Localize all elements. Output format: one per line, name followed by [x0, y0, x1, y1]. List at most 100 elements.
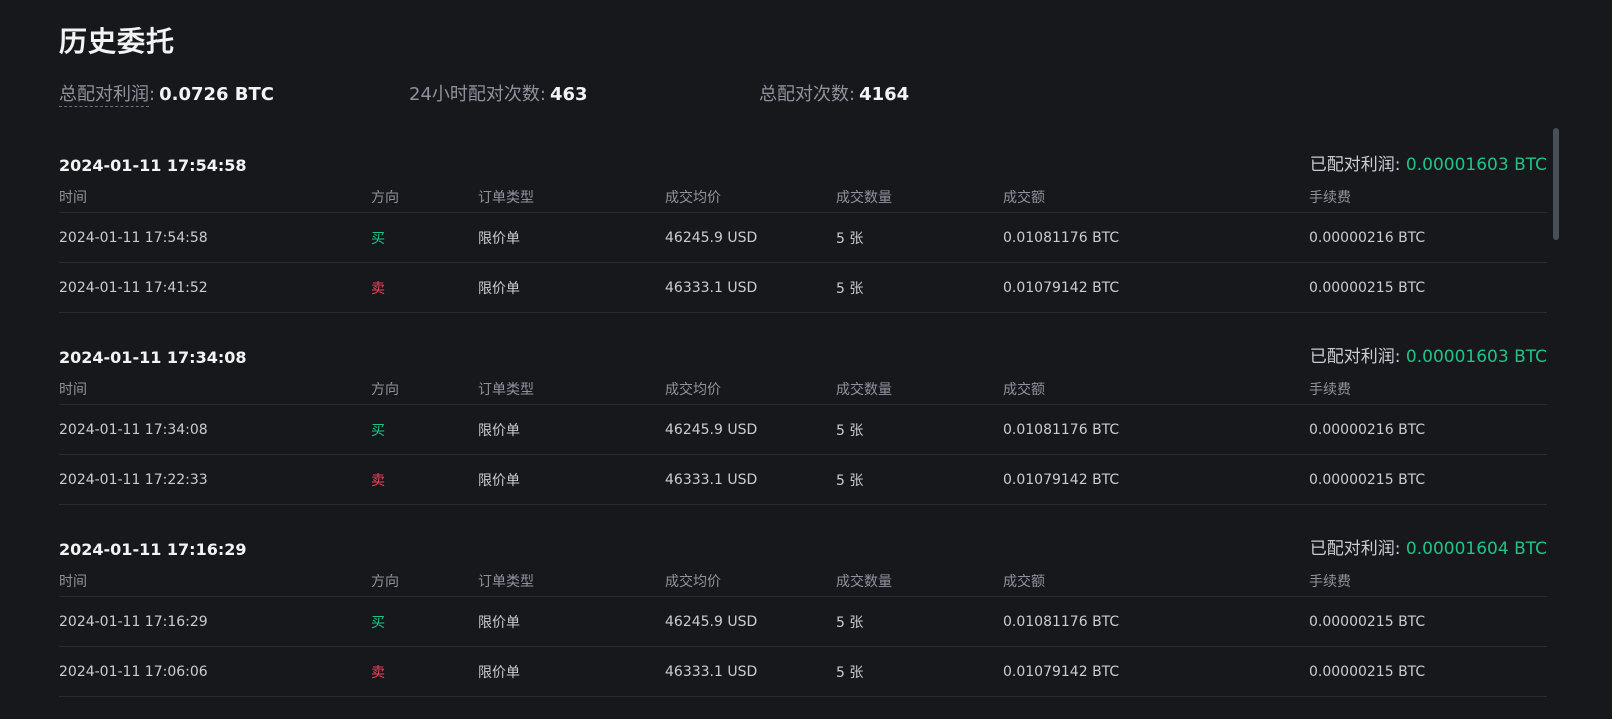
cell-fee: 0.00000215 BTC — [1309, 613, 1426, 630]
total-pairs-value: 4164 — [859, 84, 910, 105]
table-header: 时间 方向 订单类型 成交均价 成交数量 成交额 手续费 — [59, 565, 1547, 597]
col-fee: 手续费 — [1309, 573, 1351, 590]
group-profit-label: 已配对利润: — [1309, 347, 1406, 367]
cell-qty: 5 张 — [836, 472, 864, 489]
cell-direction: 卖 — [371, 472, 385, 489]
col-amount: 成交额 — [1003, 573, 1045, 590]
group-time: 2024-01-11 17:54:58 — [59, 156, 247, 175]
col-fee: 手续费 — [1309, 189, 1351, 206]
table-row: 2024-01-11 17:41:52 卖 限价单 46333.1 USD 5 … — [59, 263, 1547, 313]
cell-time: 2024-01-11 17:34:08 — [59, 421, 208, 438]
cell-fee: 0.00000216 BTC — [1309, 421, 1426, 438]
group-profit: 已配对利润: 0.00001603 BTC — [1310, 150, 1547, 175]
cell-time: 2024-01-11 17:16:29 — [59, 613, 208, 630]
cell-order-type: 限价单 — [478, 230, 520, 247]
cell-direction: 卖 — [371, 664, 385, 681]
group-profit-label: 已配对利润: — [1309, 155, 1406, 175]
cell-time: 2024-01-11 17:06:06 — [59, 663, 208, 680]
cell-avg-price: 46333.1 USD — [665, 663, 758, 680]
pairs-24h-value: 463 — [549, 84, 588, 105]
cell-order-type: 限价单 — [478, 280, 520, 297]
cell-amount: 0.01079142 BTC — [1003, 471, 1120, 488]
cell-qty: 5 张 — [836, 614, 864, 631]
cell-avg-price: 46333.1 USD — [665, 279, 758, 296]
cell-direction: 买 — [371, 614, 385, 631]
cell-fee: 0.00000216 BTC — [1309, 229, 1426, 246]
cell-qty: 5 张 — [836, 230, 864, 247]
group-profit: 已配对利润: 0.00001603 BTC — [1310, 342, 1547, 367]
pairs-24h-label: 24小时配对次数 — [409, 84, 540, 105]
scrollbar-thumb[interactable] — [1553, 128, 1559, 240]
cell-time: 2024-01-11 17:54:58 — [59, 229, 208, 246]
group-profit: 已配对利润: 0.00001604 BTC — [1310, 534, 1547, 559]
group-profit-value: 0.00001603 BTC — [1405, 155, 1547, 175]
group-profit-label: 已配对利润: — [1309, 539, 1406, 559]
col-order-type: 订单类型 — [478, 573, 534, 590]
col-order-type: 订单类型 — [478, 189, 534, 206]
col-amount: 成交额 — [1003, 189, 1045, 206]
stat-total-profit: 总配对利润: 0.0726 BTC — [59, 80, 409, 107]
cell-avg-price: 46245.9 USD — [665, 613, 758, 630]
col-amount: 成交额 — [1003, 381, 1045, 398]
history-groups: 2024-01-11 17:54:58 已配对利润: 0.00001603 BT… — [59, 139, 1547, 715]
group-header: 2024-01-11 17:54:58 已配对利润: 0.00001603 BT… — [59, 139, 1547, 181]
stat-total-pairs: 总配对次数: 4164 — [759, 80, 909, 106]
col-direction: 方向 — [371, 573, 399, 590]
col-direction: 方向 — [371, 189, 399, 206]
group-profit-value: 0.00001604 BTC — [1405, 539, 1547, 559]
table-header: 时间 方向 订单类型 成交均价 成交数量 成交额 手续费 — [59, 181, 1547, 213]
order-history-page: 历史委托 总配对利润: 0.0726 BTC 24小时配对次数: 463 总配对… — [0, 0, 1612, 719]
cell-order-type: 限价单 — [478, 472, 520, 489]
pair-group: 2024-01-11 17:16:29 已配对利润: 0.00001604 BT… — [59, 523, 1547, 715]
cell-order-type: 限价单 — [478, 664, 520, 681]
total-profit-label[interactable]: 总配对利润 — [59, 80, 149, 107]
cell-direction: 卖 — [371, 280, 385, 297]
page-title: 历史委托 — [59, 25, 176, 58]
cell-avg-price: 46245.9 USD — [665, 421, 758, 438]
cell-qty: 5 张 — [836, 664, 864, 681]
cell-amount: 0.01081176 BTC — [1003, 613, 1120, 630]
pair-group: 2024-01-11 17:54:58 已配对利润: 0.00001603 BT… — [59, 139, 1547, 331]
col-time: 时间 — [59, 381, 87, 398]
table-row: 2024-01-11 17:54:58 买 限价单 46245.9 USD 5 … — [59, 213, 1547, 263]
cell-direction: 买 — [371, 422, 385, 439]
group-header: 2024-01-11 17:16:29 已配对利润: 0.00001604 BT… — [59, 523, 1547, 565]
cell-order-type: 限价单 — [478, 422, 520, 439]
group-header: 2024-01-11 17:34:08 已配对利润: 0.00001603 BT… — [59, 331, 1547, 373]
group-time: 2024-01-11 17:34:08 — [59, 348, 247, 367]
col-qty: 成交数量 — [836, 189, 892, 206]
cell-avg-price: 46245.9 USD — [665, 229, 758, 246]
col-direction: 方向 — [371, 381, 399, 398]
col-qty: 成交数量 — [836, 573, 892, 590]
group-profit-value: 0.00001603 BTC — [1405, 347, 1547, 367]
table-row: 2024-01-11 17:06:06 卖 限价单 46333.1 USD 5 … — [59, 647, 1547, 697]
stats-bar: 总配对利润: 0.0726 BTC 24小时配对次数: 463 总配对次数: 4… — [59, 80, 909, 107]
total-profit-value: 0.0726 BTC — [159, 84, 275, 105]
group-time: 2024-01-11 17:16:29 — [59, 540, 247, 559]
col-avg-price: 成交均价 — [665, 573, 721, 590]
table-header: 时间 方向 订单类型 成交均价 成交数量 成交额 手续费 — [59, 373, 1547, 405]
table-row: 2024-01-11 17:16:29 买 限价单 46245.9 USD 5 … — [59, 597, 1547, 647]
cell-avg-price: 46333.1 USD — [665, 471, 758, 488]
cell-direction: 买 — [371, 230, 385, 247]
cell-order-type: 限价单 — [478, 614, 520, 631]
cell-qty: 5 张 — [836, 422, 864, 439]
col-order-type: 订单类型 — [478, 381, 534, 398]
total-pairs-label: 总配对次数 — [759, 84, 849, 105]
cell-fee: 0.00000215 BTC — [1309, 279, 1426, 296]
cell-amount: 0.01081176 BTC — [1003, 421, 1120, 438]
col-time: 时间 — [59, 189, 87, 206]
cell-fee: 0.00000215 BTC — [1309, 471, 1426, 488]
cell-time: 2024-01-11 17:22:33 — [59, 471, 208, 488]
cell-time: 2024-01-11 17:41:52 — [59, 279, 208, 296]
col-avg-price: 成交均价 — [665, 189, 721, 206]
cell-amount: 0.01079142 BTC — [1003, 663, 1120, 680]
cell-fee: 0.00000215 BTC — [1309, 663, 1426, 680]
cell-amount: 0.01081176 BTC — [1003, 229, 1120, 246]
cell-qty: 5 张 — [836, 280, 864, 297]
cell-amount: 0.01079142 BTC — [1003, 279, 1120, 296]
pair-group: 2024-01-11 17:34:08 已配对利润: 0.00001603 BT… — [59, 331, 1547, 523]
col-qty: 成交数量 — [836, 381, 892, 398]
stat-24h-pairs: 24小时配对次数: 463 — [409, 80, 759, 106]
col-fee: 手续费 — [1309, 381, 1351, 398]
